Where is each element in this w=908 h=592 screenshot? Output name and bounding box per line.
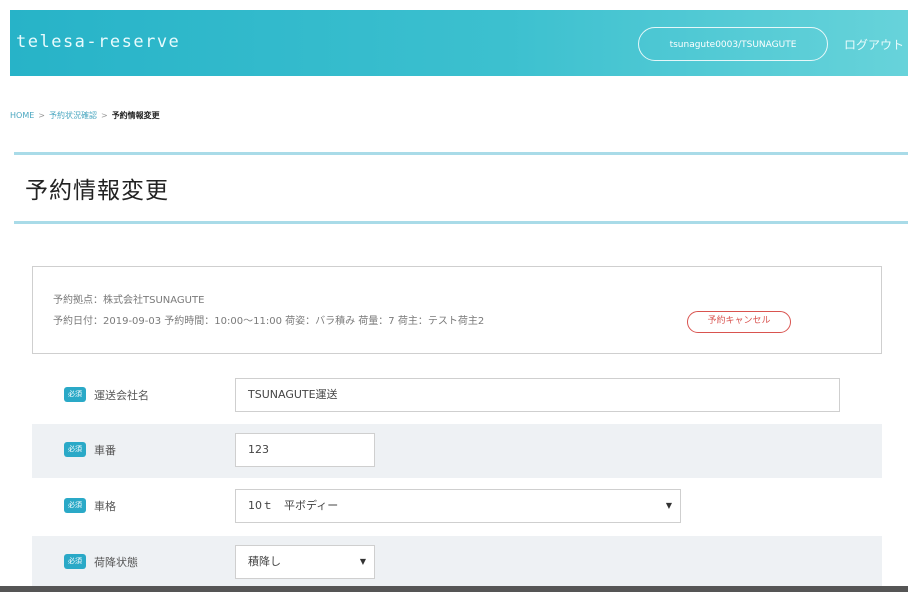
vehicle-number-input[interactable]: 123 [235, 433, 375, 467]
vehicle-class-value: 10ｔ 平ボディー [248, 499, 339, 512]
breadcrumb-parent[interactable]: 予約状況確認 [49, 111, 97, 120]
field-label: 車番 [94, 444, 116, 457]
breadcrumb-current: 予約情報変更 [111, 111, 160, 120]
breadcrumb-home[interactable]: HOME [10, 111, 34, 120]
form-row-vehicle-number: 必須 車番 123 [32, 424, 882, 478]
window-bottom-edge [0, 586, 908, 592]
required-badge: 必須 [64, 498, 86, 513]
breadcrumb-separator: > [38, 111, 45, 120]
carrier-name-input[interactable]: TSUNAGUTE運送 [235, 378, 840, 412]
form-row-vehicle-class: 必須 車格 10ｔ 平ボディー ▼ [32, 480, 882, 534]
field-label: 運送会社名 [94, 389, 149, 402]
reservation-info-box: 予約拠点：株式会社TSUNAGUTE 予約日付：2019-09-03 予約時間：… [32, 266, 882, 354]
breadcrumb: HOME > 予約状況確認 > 予約情報変更 [10, 110, 160, 121]
cancel-reservation-button[interactable]: 予約キャンセル [687, 311, 791, 333]
logout-link[interactable]: ログアウト [844, 36, 904, 53]
vehicle-class-select[interactable]: 10ｔ 平ボディー ▼ [235, 489, 681, 523]
unloading-status-select[interactable]: 積降し ▼ [235, 545, 375, 579]
field-label: 荷降状態 [94, 556, 138, 569]
app-title[interactable]: telesa-reserve [16, 32, 180, 52]
unloading-status-value: 積降し [248, 555, 281, 568]
title-divider-bottom [14, 221, 908, 224]
field-label: 車格 [94, 500, 116, 513]
form-row-carrier: 必須 運送会社名 TSUNAGUTE運送 [32, 369, 882, 423]
title-divider-top [14, 152, 908, 155]
page-title: 予約情報変更 [25, 178, 169, 204]
reservation-details: 予約日付：2019-09-03 予約時間：10:00〜11:00 荷姿：バラ積み… [53, 316, 485, 327]
user-account-button[interactable]: tsunagute0003/TSUNAGUTE [638, 27, 828, 61]
chevron-down-icon: ▼ [359, 557, 366, 566]
required-badge: 必須 [64, 387, 86, 402]
required-badge: 必須 [64, 554, 86, 569]
required-badge: 必須 [64, 442, 86, 457]
reservation-location: 予約拠点：株式会社TSUNAGUTE [53, 295, 205, 306]
app-header: telesa-reserve tsunagute0003/TSUNAGUTE ロ… [10, 10, 908, 76]
form-row-unloading-status: 必須 荷降状態 積降し ▼ [32, 536, 882, 586]
breadcrumb-separator: > [100, 111, 108, 120]
chevron-down-icon: ▼ [665, 501, 672, 510]
